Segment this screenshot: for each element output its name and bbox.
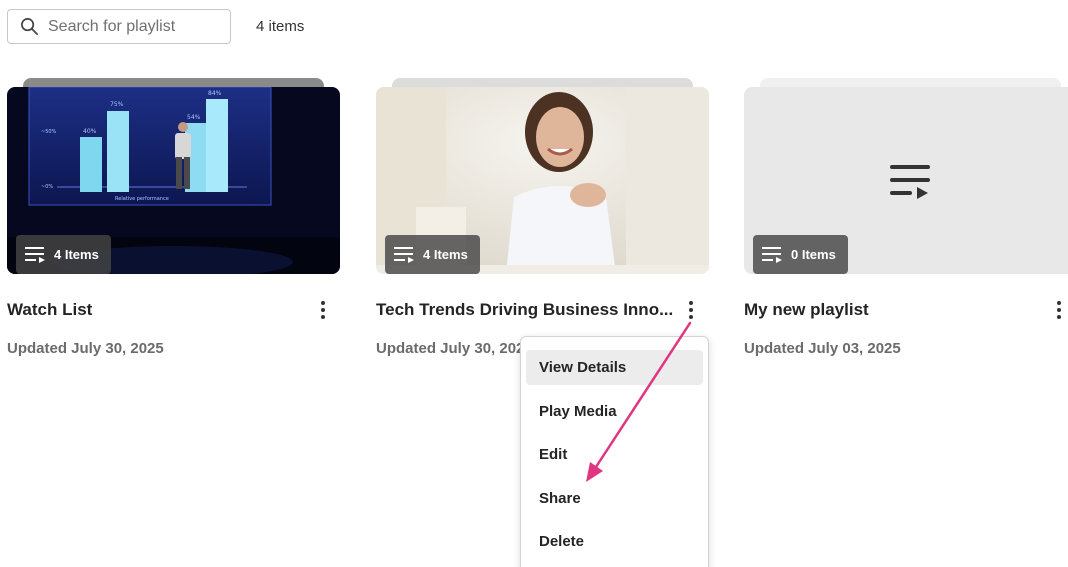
badge-label: 0 Items <box>791 247 836 262</box>
context-menu: View Details Play Media Edit Share Delet… <box>520 336 709 567</box>
more-options-button[interactable] <box>313 299 333 321</box>
more-vertical-icon <box>689 301 693 305</box>
more-vertical-icon <box>321 301 325 305</box>
playlist-title[interactable]: Watch List <box>7 300 92 320</box>
item-count: 4 items <box>256 18 305 35</box>
menu-item-delete[interactable]: Delete <box>526 524 703 559</box>
more-options-button[interactable] <box>1049 299 1068 321</box>
item-count-badge: 4 Items <box>16 235 111 274</box>
playlist-thumbnail[interactable]: 40% 75% 54% 84% ~50% ~0% Relative perfor… <box>7 87 340 274</box>
chart-axis-label: ~0% <box>41 184 53 190</box>
menu-item-edit[interactable]: Edit <box>526 437 703 472</box>
playlist-icon <box>394 247 414 263</box>
playlist-title[interactable]: Tech Trends Driving Business Inno... <box>376 300 673 320</box>
playlist-card[interactable]: 40% 75% 54% 84% ~50% ~0% Relative perfor… <box>7 78 340 357</box>
search-icon <box>21 18 38 35</box>
playlist-card[interactable]: 4 Items Tech Trends Driving Business Inn… <box>376 78 709 357</box>
playlist-updated-date: Updated July 30, 2025 <box>376 340 533 357</box>
item-count-badge: 0 Items <box>753 235 848 274</box>
chart-label: 54% <box>187 114 201 121</box>
menu-item-share[interactable]: Share <box>526 481 703 516</box>
playlist-icon <box>25 247 45 263</box>
menu-item-view-details[interactable]: View Details <box>526 350 703 385</box>
playlist-thumbnail[interactable]: 4 Items <box>376 87 709 274</box>
search-box[interactable] <box>7 9 231 44</box>
playlist-updated-date: Updated July 03, 2025 <box>744 340 901 357</box>
chart-label: 84% <box>208 90 222 97</box>
badge-label: 4 Items <box>54 247 99 262</box>
playlist-icon <box>762 247 782 263</box>
badge-label: 4 Items <box>423 247 468 262</box>
search-input[interactable] <box>48 17 208 36</box>
chart-x-label: Relative performance <box>115 196 169 202</box>
playlist-thumbnail[interactable]: 0 Items <box>744 87 1068 274</box>
more-options-button[interactable] <box>681 299 701 321</box>
playlist-updated-date: Updated July 30, 2025 <box>7 340 164 357</box>
playlist-card[interactable]: 0 Items My new playlist Updated July 03,… <box>744 78 1068 357</box>
item-count-badge: 4 Items <box>385 235 480 274</box>
chart-axis-label: ~50% <box>41 129 57 135</box>
chart-label: 75% <box>110 101 124 108</box>
playlist-title[interactable]: My new playlist <box>744 300 869 320</box>
more-vertical-icon <box>1057 301 1061 305</box>
chart-label: 40% <box>83 128 97 135</box>
menu-item-play-media[interactable]: Play Media <box>526 394 703 429</box>
